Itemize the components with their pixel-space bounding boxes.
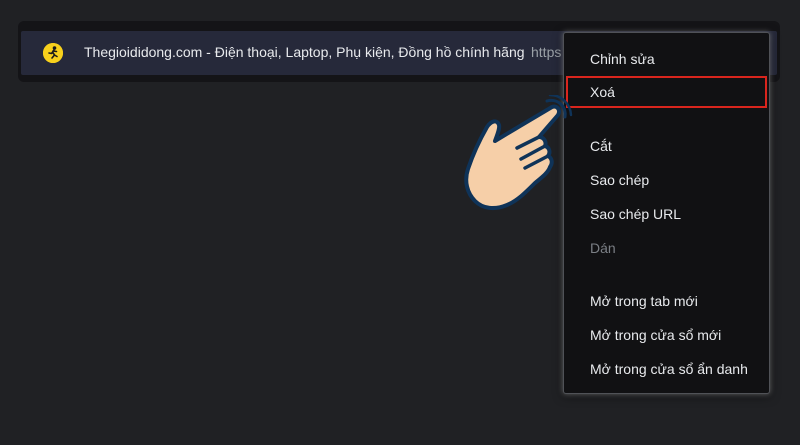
menu-item-open-new-tab[interactable]: Mở trong tab mới (564, 287, 769, 315)
menu-item-paste: Dán (590, 240, 616, 256)
menu-item-open-new-window[interactable]: Mở trong cửa sổ mới (564, 321, 769, 349)
menu-item-edit[interactable]: Chỉnh sửa (564, 45, 769, 73)
menu-item-copy-url[interactable]: Sao chép URL (564, 200, 769, 228)
history-row-title[interactable]: Thegioididong.com - Điện thoại, Laptop, … (84, 44, 525, 60)
pointing-hand-icon (464, 95, 573, 211)
history-row-url: https (531, 44, 562, 60)
menu-item-copy[interactable]: Sao chép (564, 166, 769, 194)
menu-item-open-incognito[interactable]: Mở trong cửa sổ ẩn danh (564, 355, 769, 383)
browser-page: Thegioididong.com - Điện thoại, Laptop, … (0, 0, 800, 445)
menu-item-cut[interactable]: Cắt (564, 132, 769, 160)
context-menu: Chỉnh sửa Xoá Cắt Sao chép Sao chép URL … (563, 32, 770, 394)
thegioididong-favicon-icon (43, 43, 63, 63)
delete-highlight-box (566, 76, 767, 108)
